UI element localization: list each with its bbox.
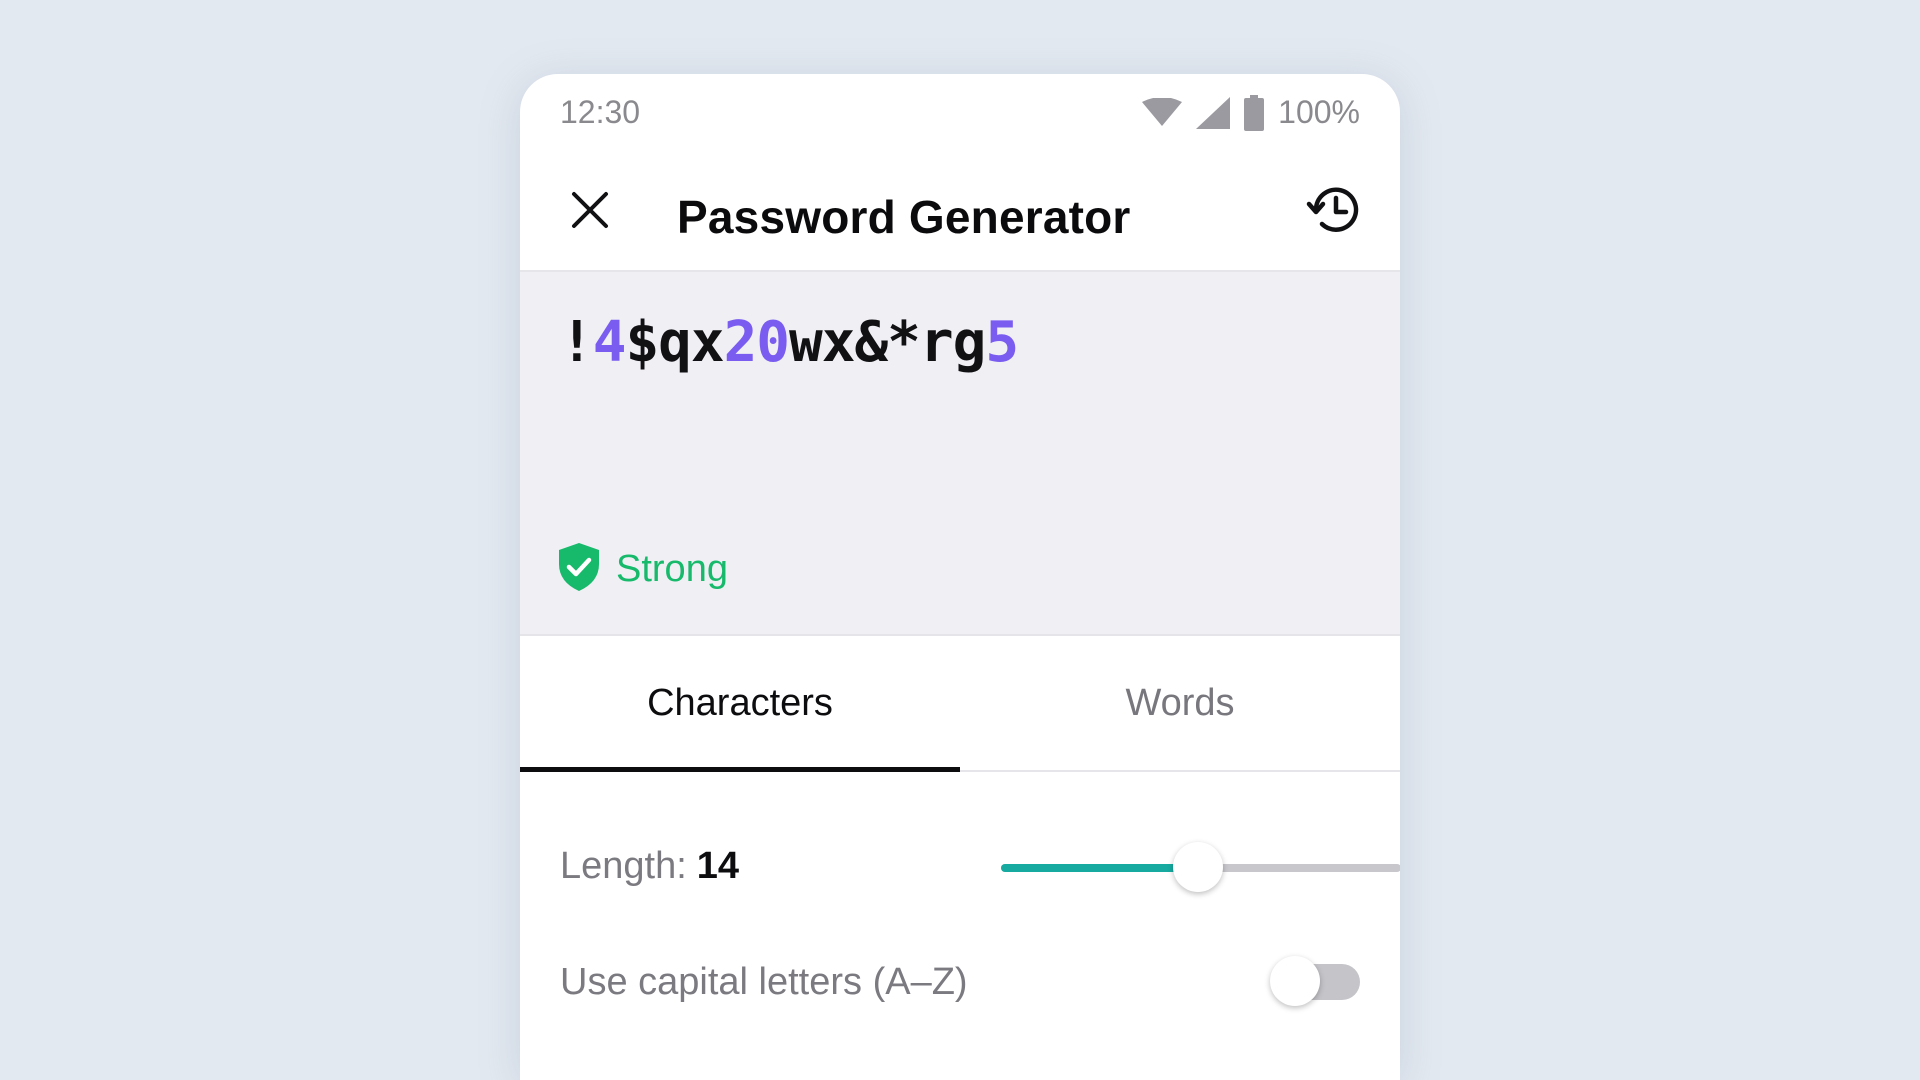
tab-words[interactable]: Words xyxy=(960,636,1400,770)
slider-thumb[interactable] xyxy=(1173,842,1223,892)
slider-fill xyxy=(1001,864,1199,872)
tab-characters[interactable]: Characters xyxy=(520,636,960,772)
password-segment: 4 xyxy=(592,310,627,375)
length-label: Length: xyxy=(560,844,687,887)
battery-icon xyxy=(1244,94,1265,131)
length-slider[interactable] xyxy=(1001,842,1400,892)
signal-icon xyxy=(1196,96,1231,129)
shield-check-icon xyxy=(558,542,600,597)
close-button[interactable] xyxy=(562,184,618,240)
status-time: 12:30 xyxy=(560,94,641,130)
toggle-knob xyxy=(1270,956,1320,1006)
capital-letters-row: Use capital letters (A–Z) xyxy=(560,942,1360,1022)
capital-letters-label: Use capital letters (A–Z) xyxy=(560,960,968,1003)
page-title: Password Generator xyxy=(677,191,1131,243)
password-segment: 20 xyxy=(723,310,790,375)
status-bar: 12:30 100% xyxy=(520,74,1400,154)
generated-password[interactable]: !4$qx20wx&*rg5 xyxy=(560,310,1019,375)
capital-letters-toggle[interactable] xyxy=(1270,956,1360,1006)
history-icon xyxy=(1306,182,1362,243)
password-segment: ! xyxy=(560,310,594,375)
password-segment: $qx xyxy=(625,310,724,375)
app-bar: Password Generator xyxy=(520,154,1400,272)
history-button[interactable] xyxy=(1304,182,1364,242)
battery-percent: 100% xyxy=(1278,94,1360,130)
status-icons: 100% xyxy=(1142,94,1360,131)
phone-frame: 12:30 100% Password Generator !4$qx20wx&… xyxy=(520,74,1400,1080)
length-row: Length: 14 xyxy=(560,826,1400,906)
strength-indicator: Strong xyxy=(558,542,728,597)
password-segment: wx&*rg xyxy=(789,310,986,375)
close-icon xyxy=(570,190,610,235)
password-segment: 5 xyxy=(985,310,1019,375)
password-panel: !4$qx20wx&*rg5 Strong xyxy=(520,272,1400,636)
strength-label: Strong xyxy=(616,548,728,590)
length-value: 14 xyxy=(696,844,740,887)
mode-tabs: Characters Words xyxy=(520,636,1400,772)
wifi-icon xyxy=(1142,97,1183,128)
